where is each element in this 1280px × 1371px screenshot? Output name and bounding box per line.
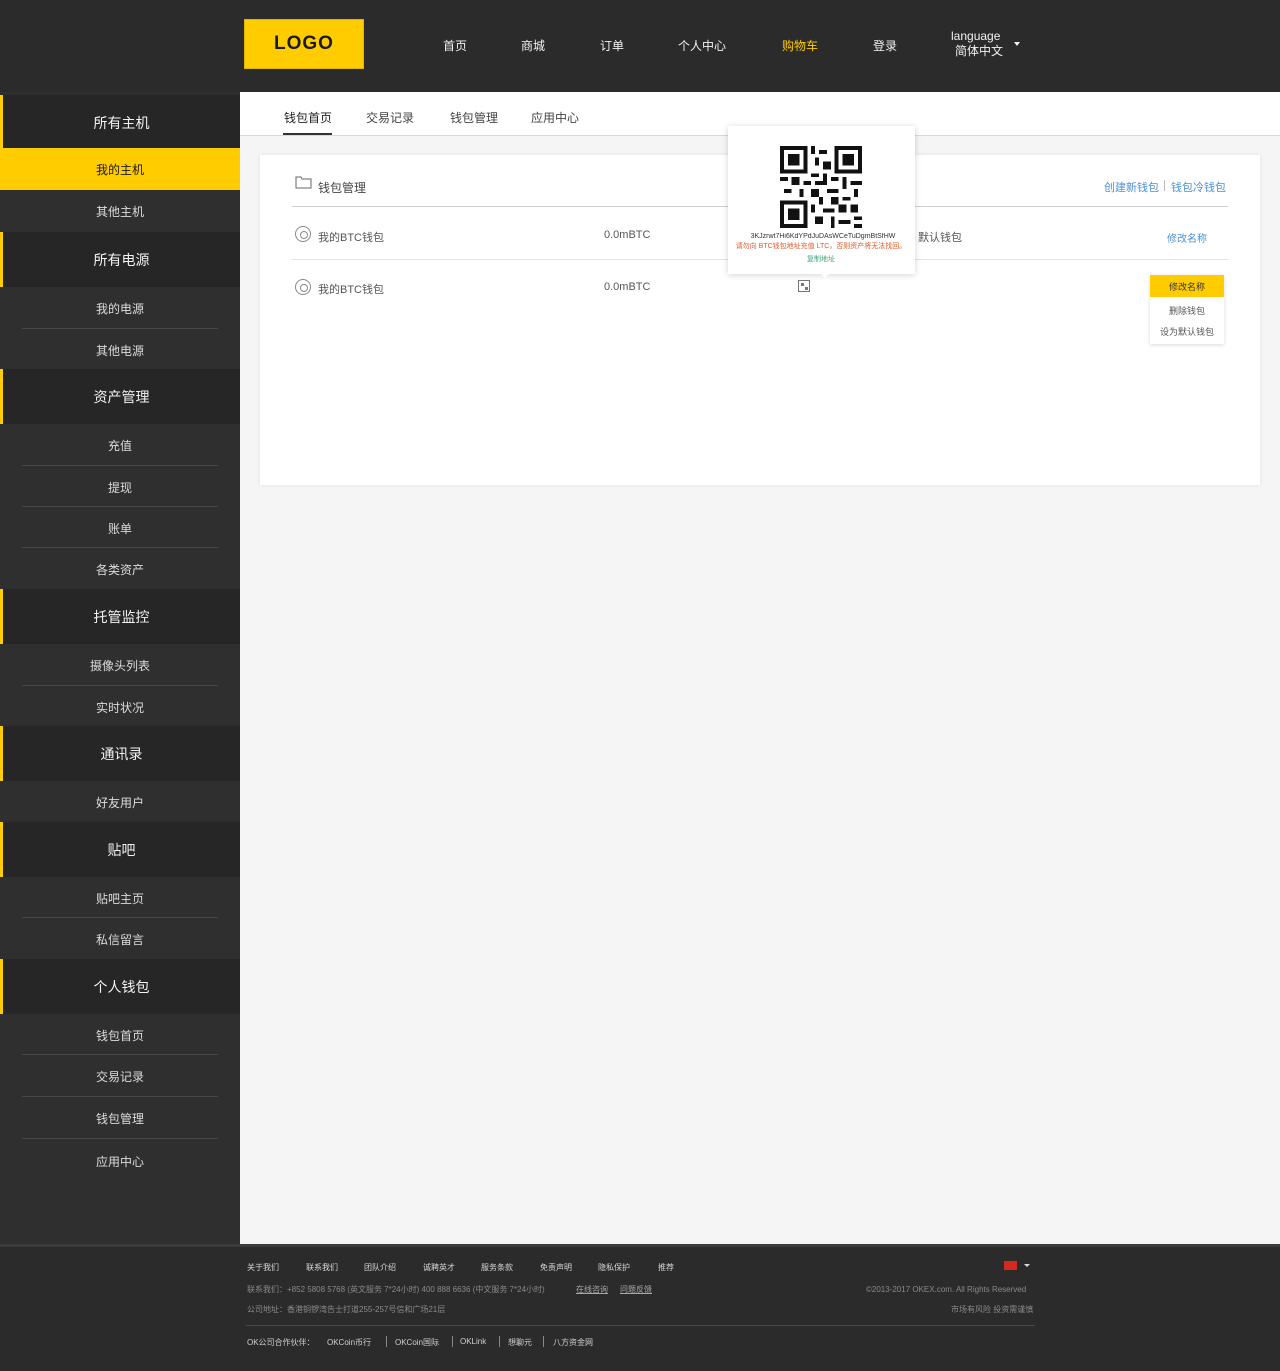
sidebar-item-messages[interactable]: 私信留言 [0, 918, 240, 960]
qr-code [780, 146, 862, 228]
language-selector[interactable]: language 简体中文 [951, 29, 1003, 59]
footer-link-jobs[interactable]: 诚聘英才 [423, 1262, 455, 1273]
sidebar-group-power[interactable]: 所有电源 [0, 232, 240, 287]
caret-down-icon[interactable] [1014, 42, 1020, 46]
footer-link-disclaimer[interactable]: 免责声明 [540, 1262, 572, 1273]
sidebar-item-cameras[interactable]: 摄像头列表 [0, 644, 240, 686]
wallet-address: 3KJzrwt7Hi6KdYPdJuDAsWCeTuDgmBtSfHW [750, 233, 896, 240]
sidebar-item-friends[interactable]: 好友用户 [0, 781, 240, 823]
footer-link-online-chat[interactable]: 在线咨询 [576, 1284, 608, 1295]
partner-link[interactable]: 八方资金网 [553, 1337, 593, 1348]
partner-link[interactable]: OKCoin国际 [395, 1337, 439, 1348]
menu-item-delete[interactable]: 删除钱包 [1150, 300, 1224, 321]
footer-risk-warning: 市场有风险 投资需谨慎 [951, 1305, 1034, 1314]
sidebar-group-monitoring[interactable]: 托管监控 [0, 589, 240, 644]
language-label: language [951, 29, 1001, 43]
partners-label: OK公司合作伙伴： [247, 1338, 315, 1347]
create-wallet-link[interactable]: 创建新钱包 [1104, 179, 1159, 195]
cold-wallet-link[interactable]: 钱包冷钱包 [1171, 179, 1226, 195]
nav-mall[interactable]: 商城 [521, 37, 545, 54]
coin-icon [295, 279, 311, 295]
qr-code-icon[interactable] [798, 280, 810, 292]
nav-cart[interactable]: 购物车 [782, 37, 818, 54]
wallet-amount: 0.0mBTC [604, 281, 651, 293]
divider [246, 1325, 1035, 1326]
footer-link-team[interactable]: 团队介绍 [364, 1262, 396, 1273]
sidebar-item-wallet-manage[interactable]: 钱包管理 [0, 1097, 240, 1139]
divider [386, 1336, 387, 1347]
wallet-amount: 0.0mBTC [604, 229, 651, 241]
footer-link-terms[interactable]: 服务条款 [481, 1262, 513, 1273]
tab-app-center[interactable]: 应用中心 [531, 109, 579, 126]
divider [452, 1336, 453, 1347]
footer-address: 公司地址：香港铜锣湾告士打道255-257号信和广场21层 [247, 1305, 446, 1314]
sidebar-item-bills[interactable]: 账单 [0, 507, 240, 549]
footer-link-feedback[interactable]: 问题反馈 [620, 1284, 652, 1295]
sidebar-group-assets[interactable]: 资产管理 [0, 369, 240, 424]
nav-login[interactable]: 登录 [873, 37, 897, 54]
copy-address-button[interactable]: 复制地址 [790, 254, 852, 264]
caret-down-icon[interactable] [1024, 1264, 1030, 1267]
tab-wallet-manage[interactable]: 钱包管理 [450, 109, 498, 126]
rename-link[interactable]: 修改名称 [1167, 230, 1207, 245]
menu-item-set-default[interactable]: 设为默认钱包 [1150, 321, 1224, 342]
sidebar-group-wallet[interactable]: 个人钱包 [0, 959, 240, 1014]
sidebar-item-wallet-home[interactable]: 钱包首页 [0, 1014, 240, 1056]
sidebar-item-forum-home[interactable]: 贴吧主页 [0, 877, 240, 919]
logo[interactable]: LOGO [244, 19, 364, 69]
active-tab-indicator [283, 133, 332, 135]
divider [499, 1336, 500, 1347]
nav-orders[interactable]: 订单 [600, 37, 624, 54]
folder-icon [295, 176, 312, 189]
sidebar-item-app-center[interactable]: 应用中心 [0, 1140, 240, 1182]
nav-personal-center[interactable]: 个人中心 [678, 37, 726, 54]
sidebar-item-my-power[interactable]: 我的电源 [0, 287, 240, 329]
divider [1164, 180, 1165, 191]
partner-link[interactable]: 想聊元 [508, 1337, 532, 1348]
sidebar-group-contacts[interactable]: 通讯录 [0, 726, 240, 781]
menu-item-rename[interactable]: 修改名称 [1150, 275, 1224, 297]
partner-link[interactable]: OKCoin币行 [327, 1337, 371, 1348]
wallet-name: 我的BTC钱包 [318, 284, 384, 296]
divider [22, 1138, 218, 1139]
popup-arrow [819, 272, 831, 278]
sidebar-item-all-assets[interactable]: 各类资产 [0, 548, 240, 590]
footer-copyright: ©2013-2017 OKEX.com. All Rights Reserved [866, 1285, 1027, 1294]
nav-home[interactable]: 首页 [443, 37, 467, 54]
sidebar-group-forum[interactable]: 贴吧 [0, 822, 240, 877]
sidebar: 所有主机 我的主机 其他主机 所有电源 我的电源 其他电源 资产管理 充值 提现… [0, 92, 240, 1244]
sidebar-item-my-hosts[interactable]: 我的主机 [0, 148, 240, 190]
divider [543, 1336, 544, 1347]
sidebar-item-realtime[interactable]: 实时状况 [0, 686, 240, 728]
partner-link[interactable]: OKLink [460, 1337, 486, 1346]
sidebar-group-hosts[interactable]: 所有主机 [0, 95, 240, 150]
wallet-name: 我的BTC钱包 [318, 232, 384, 244]
footer-link-recommend[interactable]: 推荐 [658, 1262, 674, 1273]
tab-wallet-home[interactable]: 钱包首页 [284, 109, 332, 126]
panel-title: 钱包管理 [318, 181, 367, 195]
language-value: 简体中文 [955, 44, 1004, 58]
footer-link-about[interactable]: 关于我们 [247, 1262, 279, 1273]
wallet-status: 默认钱包 [918, 232, 962, 244]
footer [0, 1244, 1280, 1371]
sidebar-item-other-power[interactable]: 其他电源 [0, 329, 240, 371]
tab-transactions[interactable]: 交易记录 [366, 109, 414, 126]
sidebar-item-other-hosts[interactable]: 其他主机 [0, 190, 240, 232]
top-header: LOGO 首页 商城 订单 个人中心 购物车 登录 language 简体中文 [0, 0, 1280, 92]
footer-link-privacy[interactable]: 隐私保护 [598, 1262, 630, 1273]
footer-contact: 联系我们：+852 5808 5768 (英文服务 7*24小时) 400 88… [247, 1285, 545, 1294]
sidebar-item-transactions[interactable]: 交易记录 [0, 1055, 240, 1097]
deposit-warning: 请勿向 BTC钱包地址充值 LTC，否则资产将无法找回。 [735, 243, 907, 250]
sidebar-item-withdraw[interactable]: 提现 [0, 466, 240, 508]
footer-link-contact[interactable]: 联系我们 [306, 1262, 338, 1273]
sidebar-item-deposit[interactable]: 充值 [0, 424, 240, 466]
wallet-action-menu: 修改名称 删除钱包 设为默认钱包 [1150, 275, 1224, 344]
china-flag-icon[interactable] [1004, 1261, 1017, 1270]
coin-icon [295, 226, 311, 242]
